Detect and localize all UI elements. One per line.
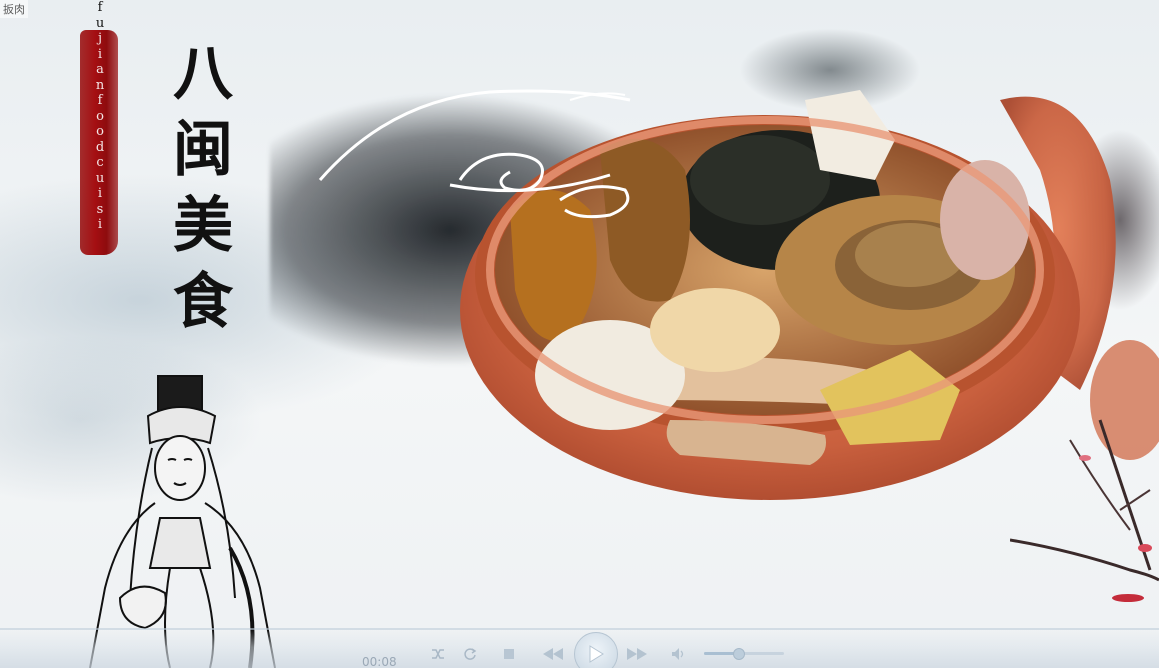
vertical-letter: u <box>95 15 105 31</box>
play-button[interactable] <box>574 632 618 668</box>
rewind-icon[interactable] <box>542 646 564 662</box>
vertical-letter: a <box>96 62 104 77</box>
volume-slider-knob[interactable] <box>732 648 745 660</box>
speaker-icon[interactable] <box>670 646 688 662</box>
fast-forward-icon[interactable] <box>626 646 648 662</box>
title-char: 美 <box>173 191 233 261</box>
vertical-letter: o <box>96 124 104 139</box>
vertical-letter: o <box>96 108 104 124</box>
video-frame: 扳肉 f u j i a n f o o d c u i s i 八 闽 美 食… <box>0 0 1159 668</box>
vertical-letter: j <box>97 31 103 46</box>
stop-icon[interactable] <box>502 647 516 661</box>
vertical-letter: u <box>95 170 105 186</box>
vertical-letter: s <box>96 201 104 217</box>
vertical-letter: d <box>95 139 105 155</box>
vertical-letter: i <box>97 186 103 201</box>
corner-caption: 扳肉 <box>0 0 28 18</box>
vertical-letter: i <box>97 217 103 232</box>
cloud-swirl-ornament <box>318 89 631 219</box>
vertical-letter: f <box>97 93 103 108</box>
mazu-goddess-illustration <box>89 375 276 668</box>
play-icon <box>589 645 604 663</box>
vertical-letter: f <box>97 0 103 15</box>
title-char: 八 <box>173 39 233 109</box>
plum-branch-ornament <box>1010 419 1159 602</box>
title-char: 闽 <box>173 115 233 185</box>
title-char: 食 <box>173 267 233 337</box>
shuffle-icon[interactable] <box>430 646 446 662</box>
vertical-letter: c <box>96 155 104 170</box>
vertical-english-text: f u j i a n f o o d c u i s i <box>90 0 110 233</box>
vertical-letter: i <box>97 46 103 62</box>
repeat-icon[interactable] <box>462 646 478 662</box>
vertical-letter: n <box>95 77 105 93</box>
page-title: 八 闽 美 食 <box>168 36 238 340</box>
current-time: 00:08 <box>362 655 397 668</box>
